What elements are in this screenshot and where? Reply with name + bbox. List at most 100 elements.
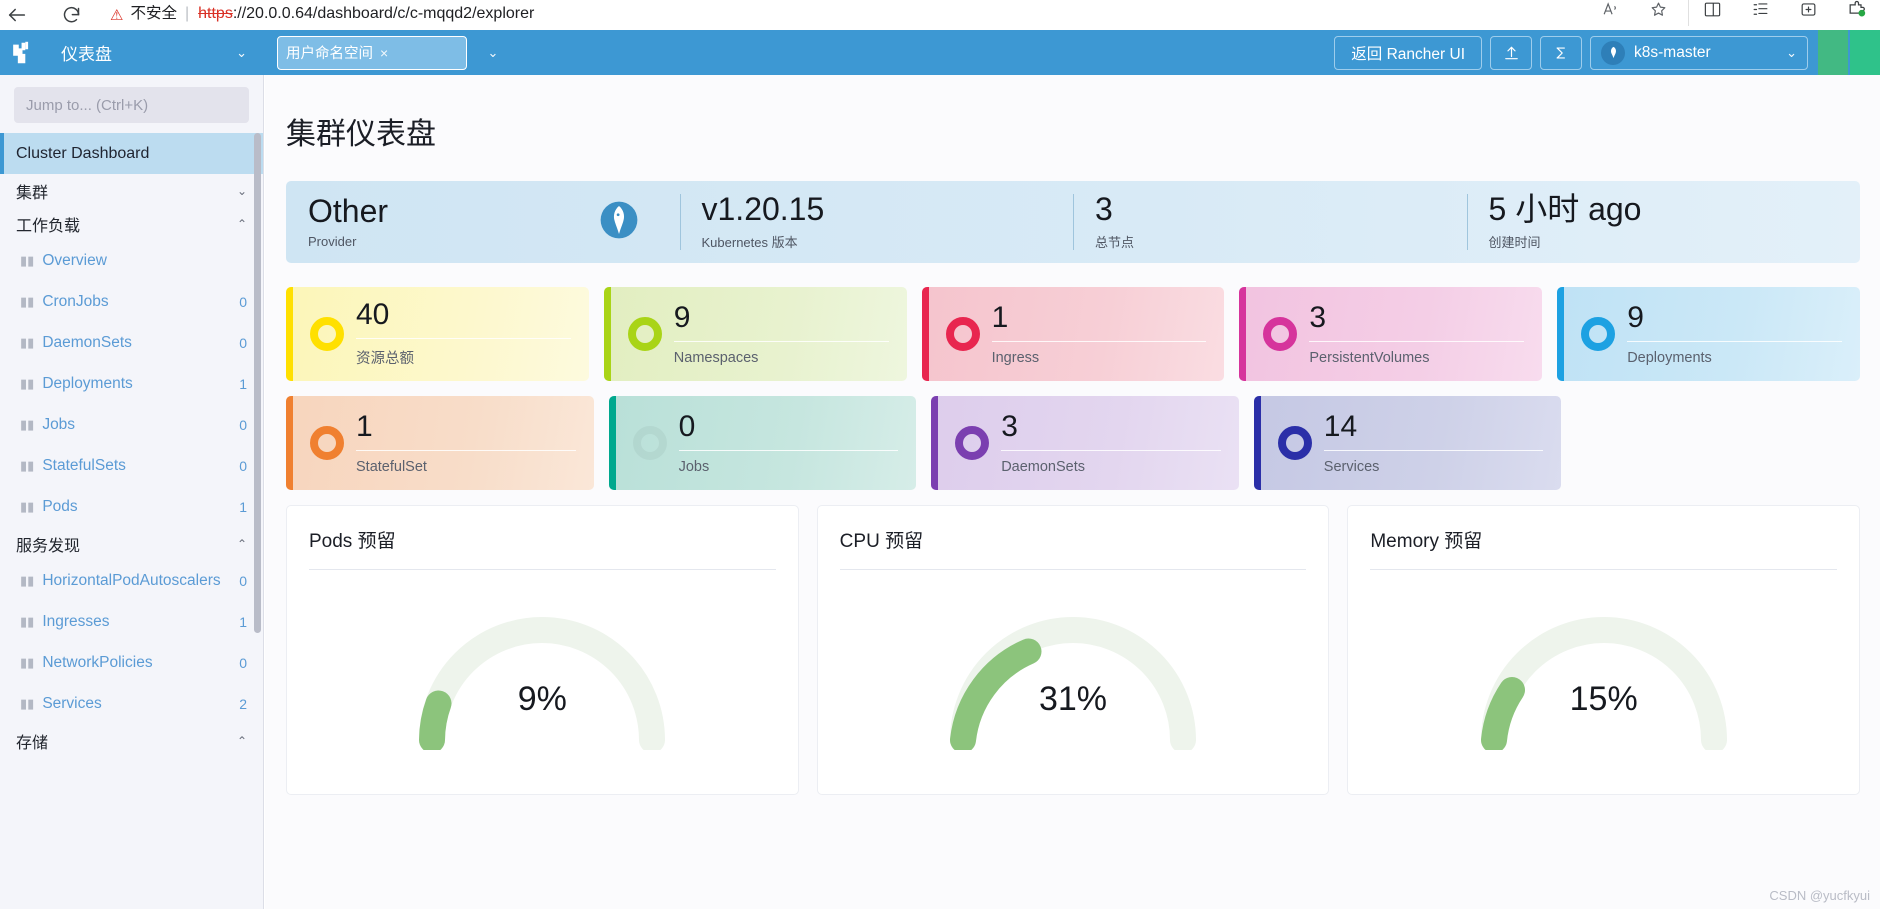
namespace-filter-tag: 用户命名空间: [286, 46, 373, 62]
sidebar-item-overview[interactable]: ▮▮ Overview: [0, 240, 263, 281]
sidebar-item-statefulsets[interactable]: ▮▮ StatefulSets 0: [0, 445, 263, 486]
counter-card-total-resources[interactable]: 40 资源总额: [286, 287, 589, 381]
sidebar-item-label: Overview: [42, 251, 107, 269]
sidebar-item-services[interactable]: ▮▮ Services 2: [0, 683, 263, 724]
sidebar-item-deployments[interactable]: ▮▮ Deployments 1: [0, 363, 263, 404]
gauge-cpu: 31%: [840, 580, 1307, 770]
folder-icon: ▮▮: [20, 457, 35, 473]
sidebar-item-count: 0: [239, 334, 247, 351]
counter-card-body: 3 DaemonSets: [1001, 409, 1239, 475]
counter-card-namespaces[interactable]: 9 Namespaces: [603, 287, 907, 381]
sidebar-group-storage[interactable]: 存储 ⌃: [0, 724, 263, 757]
kubernetes-logo: [598, 199, 640, 246]
sidebar-group-workloads[interactable]: 工作负载 ⌃: [0, 207, 263, 240]
sidebar-item-daemonsets[interactable]: ▮▮ DaemonSets 0: [0, 322, 263, 363]
sidebar-group-service-discovery[interactable]: 服务发现 ⌃: [0, 527, 263, 560]
counter-label: Ingress: [991, 340, 1207, 366]
counter-ring-icon: [310, 426, 344, 460]
rancher-logo[interactable]: [0, 30, 45, 75]
reload-icon[interactable]: [54, 0, 88, 30]
extensions-icon[interactable]: [1832, 0, 1880, 26]
counter-value: 40: [356, 298, 390, 331]
browser-essentials-icon[interactable]: [1784, 0, 1832, 26]
summary-value: 5 小时 ago: [1488, 191, 1642, 228]
sidebar-item-cronjobs[interactable]: ▮▮ CronJobs 0: [0, 281, 263, 322]
reservation-gauges: Pods 预留 9% CPU 预留 31% Memory 预留 15%: [286, 505, 1861, 795]
summary-value: v1.20.15: [701, 191, 825, 228]
cluster-selector[interactable]: k8s-master ⌄: [1590, 35, 1808, 70]
not-secure-warning-icon: ⚠: [110, 7, 124, 24]
counter-value: 9: [1627, 300, 1644, 334]
sidebar-item-cluster-dashboard[interactable]: Cluster Dashboard: [0, 133, 263, 174]
sidebar-item-label: NetworkPolicies: [42, 653, 153, 671]
counter-card-deployments[interactable]: 9 Deployments: [1557, 287, 1860, 381]
namespace-filter-chevron[interactable]: ⌄: [475, 36, 511, 70]
back-to-rancher-button[interactable]: 返回 Rancher UI: [1334, 35, 1482, 70]
counter-value: 3: [1309, 300, 1327, 334]
user-avatar-block[interactable]: [1818, 30, 1848, 75]
search-input[interactable]: [14, 87, 249, 123]
chevron-down-icon: ⌄: [236, 44, 247, 60]
sidebar-item-networkpolicies[interactable]: ▮▮ NetworkPolicies 0: [0, 642, 263, 683]
counter-card-daemonsets[interactable]: 3 DaemonSets: [931, 396, 1239, 490]
folder-icon: ▮▮: [20, 416, 35, 432]
sidebar: Cluster Dashboard 集群 ⌄ 工作负载 ⌃ ▮▮ Overvie…: [0, 75, 264, 909]
summary-created: 5 小时 ago 创建时间: [1466, 191, 1861, 250]
counter-card-statefulset[interactable]: 1 StatefulSet: [286, 396, 594, 490]
counter-ring-icon: [955, 426, 990, 460]
resource-counter-row-2: 1 StatefulSet 0 Jobs 3 DaemonSets 14 Ser…: [286, 396, 1860, 490]
summary-label: 总节点: [1095, 234, 1135, 250]
counter-ring-icon: [1277, 426, 1312, 460]
counter-value: 3: [1001, 409, 1018, 443]
folder-icon: ▮▮: [20, 375, 35, 391]
namespace-filter[interactable]: 用户命名空间 ×: [277, 35, 467, 70]
sidebar-item-count: 1: [239, 498, 247, 515]
counter-card-body: 40 资源总额: [356, 300, 589, 368]
gauge-percent: 9%: [517, 680, 567, 718]
counter-ring-icon: [632, 426, 667, 460]
sidebar-item-count: 0: [239, 416, 247, 433]
gauge-card-cpu: CPU 预留 31%: [816, 505, 1330, 795]
app-header: 仪表盘 ⌄ 用户命名空间 × ⌄ 返回 Rancher UI k8s-maste…: [0, 30, 1880, 75]
cluster-name-label: k8s-master: [1634, 43, 1711, 61]
sidebar-item-ingresses[interactable]: ▮▮ Ingresses 1: [0, 601, 263, 642]
sidebar-group-label: 存储: [16, 734, 49, 752]
close-icon[interactable]: ×: [380, 45, 388, 61]
counter-label: PersistentVolumes: [1309, 340, 1525, 366]
sidebar-item-horizontalpodautoscalers[interactable]: ▮▮ HorizontalPodAutoscalers 0: [0, 560, 263, 601]
gauge-card-memory: Memory 预留 15%: [1347, 505, 1861, 795]
back-arrow-icon[interactable]: [0, 0, 34, 30]
split-screen-icon[interactable]: [1688, 0, 1736, 26]
counter-card-ingress[interactable]: 1 Ingress: [921, 287, 1225, 381]
upload-icon[interactable]: [1490, 35, 1532, 70]
counter-card-persistentvolumes[interactable]: 3 PersistentVolumes: [1239, 287, 1543, 381]
watermark: CSDN @yucfkyui: [1769, 888, 1870, 903]
gauge-title: CPU 预留: [839, 531, 924, 552]
collections-icon[interactable]: [1736, 0, 1784, 26]
favorite-icon[interactable]: [1634, 0, 1682, 26]
help-block[interactable]: [1850, 30, 1880, 75]
kubectl-shell-icon[interactable]: [1540, 35, 1582, 70]
sidebar-item-pods[interactable]: ▮▮ Pods 1: [0, 486, 263, 527]
url-text: https://20.0.0.64/dashboard/c/c-mqqd2/ex…: [198, 5, 534, 23]
cluster-summary-bar: Other Provider v1.20.15 Kubernetes 版本 3 …: [286, 181, 1860, 263]
nav-dashboard-select[interactable]: 仪表盘 ⌄: [45, 30, 261, 75]
gauge-title: Memory 预留: [1370, 531, 1483, 552]
counter-label: 资源总额: [356, 338, 571, 368]
counter-ring-icon: [627, 317, 662, 351]
counter-card-services[interactable]: 14 Services: [1253, 396, 1562, 490]
counter-card-jobs[interactable]: 0 Jobs: [608, 396, 917, 490]
address-bar[interactable]: ⚠ 不安全 | https://20.0.0.64/dashboard/c/c-…: [96, 0, 1136, 28]
gauge-percent: 31%: [1038, 680, 1108, 718]
chevron-up-icon: ⌃: [236, 536, 247, 551]
sidebar-item-jobs[interactable]: ▮▮ Jobs 0: [0, 404, 263, 445]
sidebar-item-label: CronJobs: [42, 292, 109, 310]
read-aloud-icon[interactable]: [1586, 0, 1634, 26]
gauge-title: Pods 预留: [309, 531, 396, 552]
sidebar-item-count: 0: [239, 293, 247, 310]
sidebar-group-cluster[interactable]: 集群 ⌄: [0, 174, 263, 207]
sidebar-scrollbar[interactable]: [254, 133, 261, 633]
sidebar-item-count: 1: [239, 613, 247, 630]
counter-ring-icon: [1263, 317, 1298, 351]
counter-value: 1: [991, 300, 1009, 334]
